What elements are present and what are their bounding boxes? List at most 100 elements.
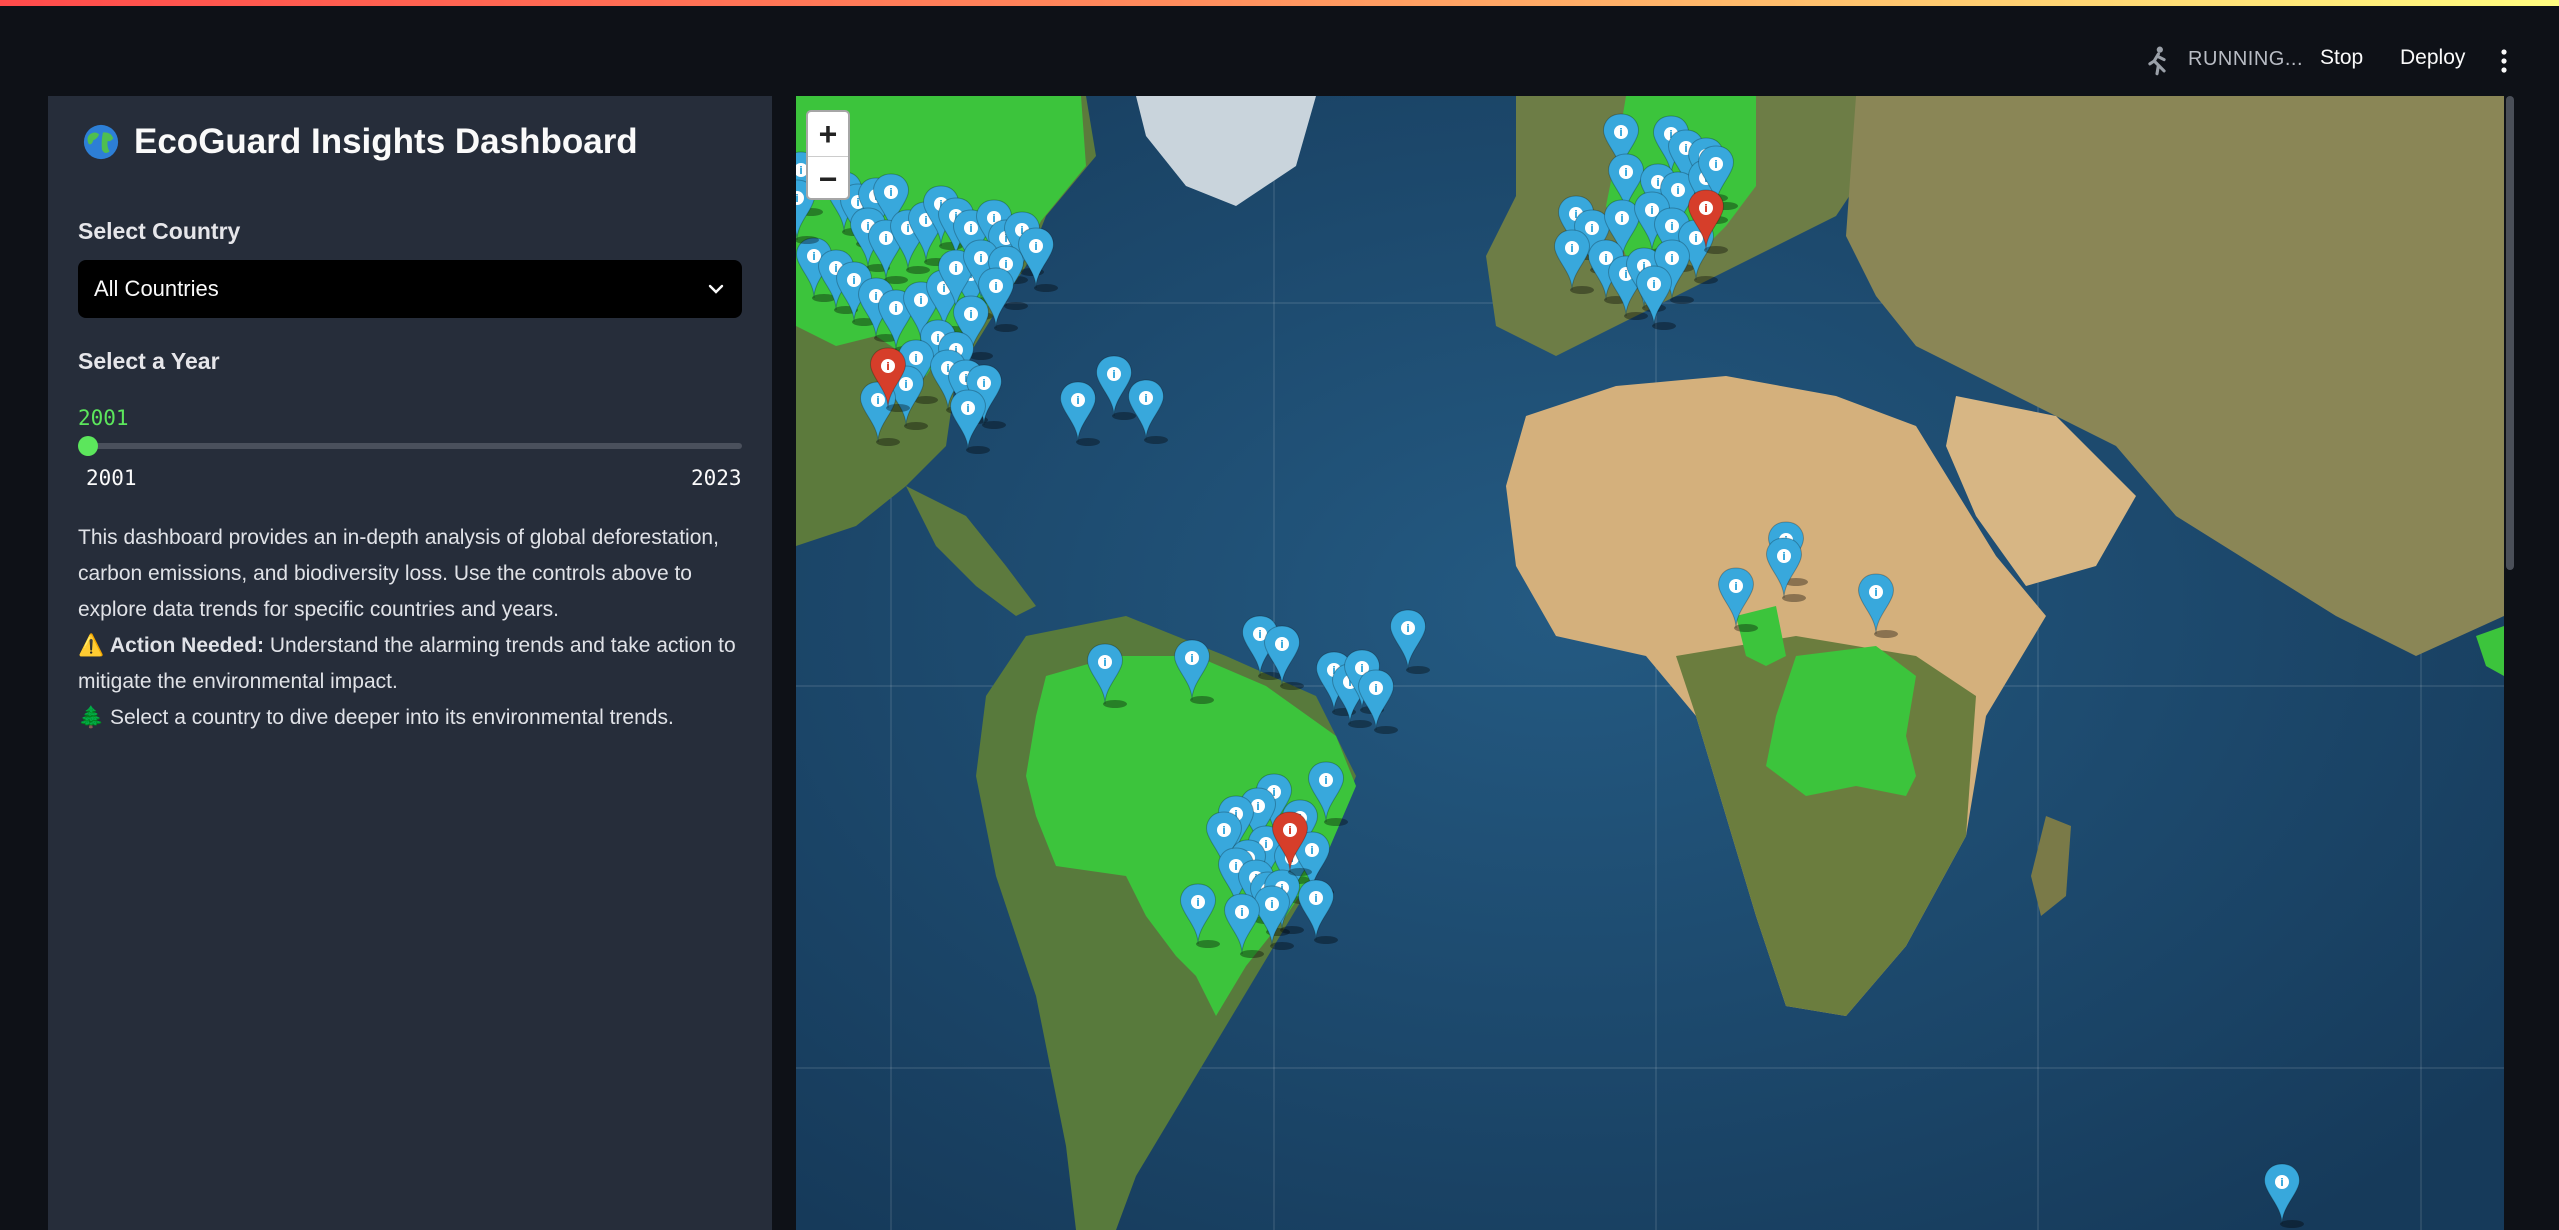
info-glyph: i [1570,242,1574,255]
info-glyph: i [1650,204,1654,217]
info-glyph: i [969,308,973,321]
info-glyph: i [1240,906,1244,919]
map-marker[interactable]: i [1390,609,1430,674]
info-glyph: i [1112,368,1116,381]
map-marker[interactable]: i [2264,1163,2304,1228]
info-glyph: i [1619,126,1623,139]
info-glyph: i [1360,662,1364,675]
app-title-text: EcoGuard Insights Dashboard [134,122,638,161]
page-title: EcoGuard Insights Dashboard [82,122,638,162]
info-glyph: i [1034,240,1038,253]
map-marker[interactable]: i [1254,885,1294,950]
info-glyph: i [1670,252,1674,265]
map-marker[interactable]: i [1224,893,1264,958]
info-glyph: i [1590,222,1594,235]
map-marker[interactable]: i [1096,355,1136,420]
info-glyph: i [914,352,918,365]
info-glyph: i [1144,392,1148,405]
tip-text: Select a country to dive deeper into its… [104,706,674,729]
info-glyph: i [1196,896,1200,909]
info-glyph: i [1270,898,1274,911]
info-glyph: i [874,290,878,303]
info-glyph: i [919,294,923,307]
chevron-down-icon [708,284,724,294]
year-slider-min: 2001 [86,466,137,490]
info-glyph: i [1288,824,1292,837]
info-glyph: i [1004,258,1008,271]
info-glyph: i [1310,844,1314,857]
map-marker[interactable]: i [1636,265,1676,330]
map-markers: i i i i i i i i i i i i i i i i i i i i i i i i i i i i i i i i i i i i i i i i… [796,113,2304,1228]
map-marker[interactable]: i [1298,879,1338,944]
map-marker[interactable]: i [1858,573,1898,638]
info-glyph: i [1222,824,1226,837]
tree-icon: 🌲 [78,706,105,729]
map-marker[interactable]: i [1766,537,1806,602]
year-slider-value: 2001 [78,406,129,430]
map-marker[interactable]: i [860,381,900,446]
year-slider-label: Select a Year [78,348,220,374]
info-glyph: i [1782,550,1786,563]
stop-button[interactable]: Stop [2320,46,2363,70]
status-text: RUNNING... [2188,48,2303,70]
deploy-button[interactable]: Deploy [2400,46,2465,70]
map-marker[interactable]: i [1128,379,1168,444]
country-select[interactable]: All Countries [78,260,742,318]
map-marker[interactable]: i [1180,883,1220,948]
info-glyph: i [1620,212,1624,225]
map-marker[interactable]: i [1718,567,1758,632]
info-glyph: i [1406,622,1410,635]
globe-icon [83,124,119,160]
info-glyph: i [1624,166,1628,179]
zoom-out-button[interactable]: − [808,157,848,201]
info-glyph: i [1684,142,1688,155]
year-slider-max: 2023 [691,466,742,490]
info-glyph: i [1234,860,1238,873]
tip-line: 🌲 Select a country to dive deeper into i… [78,700,748,736]
map-marker[interactable]: i [1087,643,1127,708]
info-glyph: i [796,192,799,205]
info-glyph: i [1734,580,1738,593]
scrollbar-thumb[interactable] [2506,96,2514,570]
map-marker[interactable]: i [1060,381,1100,446]
info-glyph: i [969,222,973,235]
app-header: RUNNING... Stop Deploy [0,6,2559,90]
info-glyph: i [1264,838,1268,851]
info-glyph: i [1874,586,1878,599]
info-glyph: i [799,164,803,177]
zoom-in-button[interactable]: + [808,112,848,157]
info-glyph: i [1258,628,1262,641]
info-glyph: i [994,280,998,293]
description: This dashboard provides an in-depth anal… [78,520,748,736]
info-glyph: i [1103,656,1107,669]
zoom-control: + − [806,110,850,200]
map-marker[interactable]: i [1174,639,1214,704]
info-glyph: i [886,360,890,373]
action-needed-line: ⚠️ Action Needed: Understand the alarmin… [78,628,748,700]
info-glyph: i [884,232,888,245]
info-glyph: i [1280,638,1284,651]
info-glyph: i [1076,394,1080,407]
country-select-label: Select Country [78,218,241,244]
map-marker[interactable]: i [1264,625,1304,690]
world-map[interactable]: i i i i i i i i i i i i i i i i i i i i i i i i i i i i i i i i i i i i i i i i… [796,96,2504,1230]
info-glyph: i [1190,652,1194,665]
info-glyph: i [1670,220,1674,233]
more-menu-icon[interactable] [2494,44,2514,78]
info-glyph: i [876,394,880,407]
info-glyph: i [954,262,958,275]
year-slider-handle[interactable] [78,436,98,456]
info-glyph: i [1652,278,1656,291]
map-marker[interactable]: i [1554,229,1594,294]
info-glyph: i [1374,682,1378,695]
info-glyph: i [852,274,856,287]
info-glyph: i [1704,202,1708,215]
info-glyph: i [889,186,893,199]
info-glyph: i [1714,158,1718,171]
info-glyph: i [1694,232,1698,245]
year-slider-track[interactable] [86,443,742,449]
info-glyph: i [904,378,908,391]
info-glyph: i [982,377,986,390]
info-glyph: i [1676,184,1680,197]
info-glyph: i [1314,892,1318,905]
